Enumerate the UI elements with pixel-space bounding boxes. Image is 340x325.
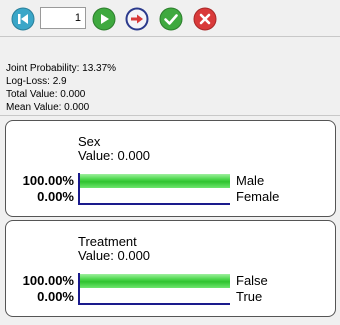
state-percent: 0.00%	[37, 289, 74, 304]
state-row-male[interactable]: 100.00% Male	[6, 173, 335, 189]
go-to-record-icon	[125, 7, 149, 31]
go-to-record-button[interactable]	[125, 7, 149, 31]
mean-value-text: Mean Value: 0.000	[6, 102, 90, 113]
record-number-input[interactable]	[40, 7, 86, 29]
stats-panel: Joint Probability: 13.37% Log-Loss: 2.9 …	[6, 62, 336, 114]
check-icon	[159, 7, 183, 31]
state-bar-fill	[78, 174, 230, 188]
node-sex[interactable]: Sex Value: 0.000 100.00% Male 0.00% Fema…	[5, 120, 336, 217]
state-bar-axis	[78, 173, 80, 189]
node-value: Value: 0.000	[78, 148, 151, 163]
state-percent: 0.00%	[37, 189, 74, 204]
skip-to-first-button[interactable]	[11, 7, 35, 31]
state-bar	[78, 289, 230, 305]
state-bar-baseline	[78, 203, 230, 205]
state-bar	[78, 173, 230, 189]
state-row-female[interactable]: 0.00% Female	[6, 189, 335, 205]
node-treatment[interactable]: Treatment Value: 0.000 100.00% False 0.0…	[5, 220, 336, 317]
state-label: False	[236, 273, 268, 288]
node-title: Sex	[78, 134, 101, 149]
state-bar-baseline	[78, 303, 230, 305]
state-bar-fill	[78, 274, 230, 288]
state-percent: 100.00%	[22, 273, 74, 288]
play-button[interactable]	[92, 7, 116, 31]
toolbar-divider	[0, 36, 340, 37]
state-label: Male	[236, 173, 265, 188]
node-title: Treatment	[78, 234, 137, 249]
state-percent: 100.00%	[22, 173, 74, 188]
joint-probability-text: Joint Probability: 13.37%	[6, 63, 117, 74]
accept-button[interactable]	[159, 7, 183, 31]
total-value-text: Total Value: 0.000	[6, 89, 86, 100]
state-row-false[interactable]: 100.00% False	[6, 273, 335, 289]
state-bar	[78, 273, 230, 289]
cancel-button[interactable]	[193, 7, 217, 31]
toolbar	[0, 0, 340, 36]
state-label: Female	[236, 189, 280, 204]
node-value: Value: 0.000	[78, 248, 151, 263]
play-icon	[92, 7, 116, 31]
state-bar-axis	[78, 273, 80, 289]
log-loss-text: Log-Loss: 2.9	[6, 76, 67, 87]
close-icon	[193, 7, 217, 31]
state-label: True	[236, 289, 263, 304]
state-bar	[78, 189, 230, 205]
skip-to-first-icon	[11, 7, 35, 31]
state-row-true[interactable]: 0.00% True	[6, 289, 335, 305]
stats-divider	[0, 115, 340, 116]
